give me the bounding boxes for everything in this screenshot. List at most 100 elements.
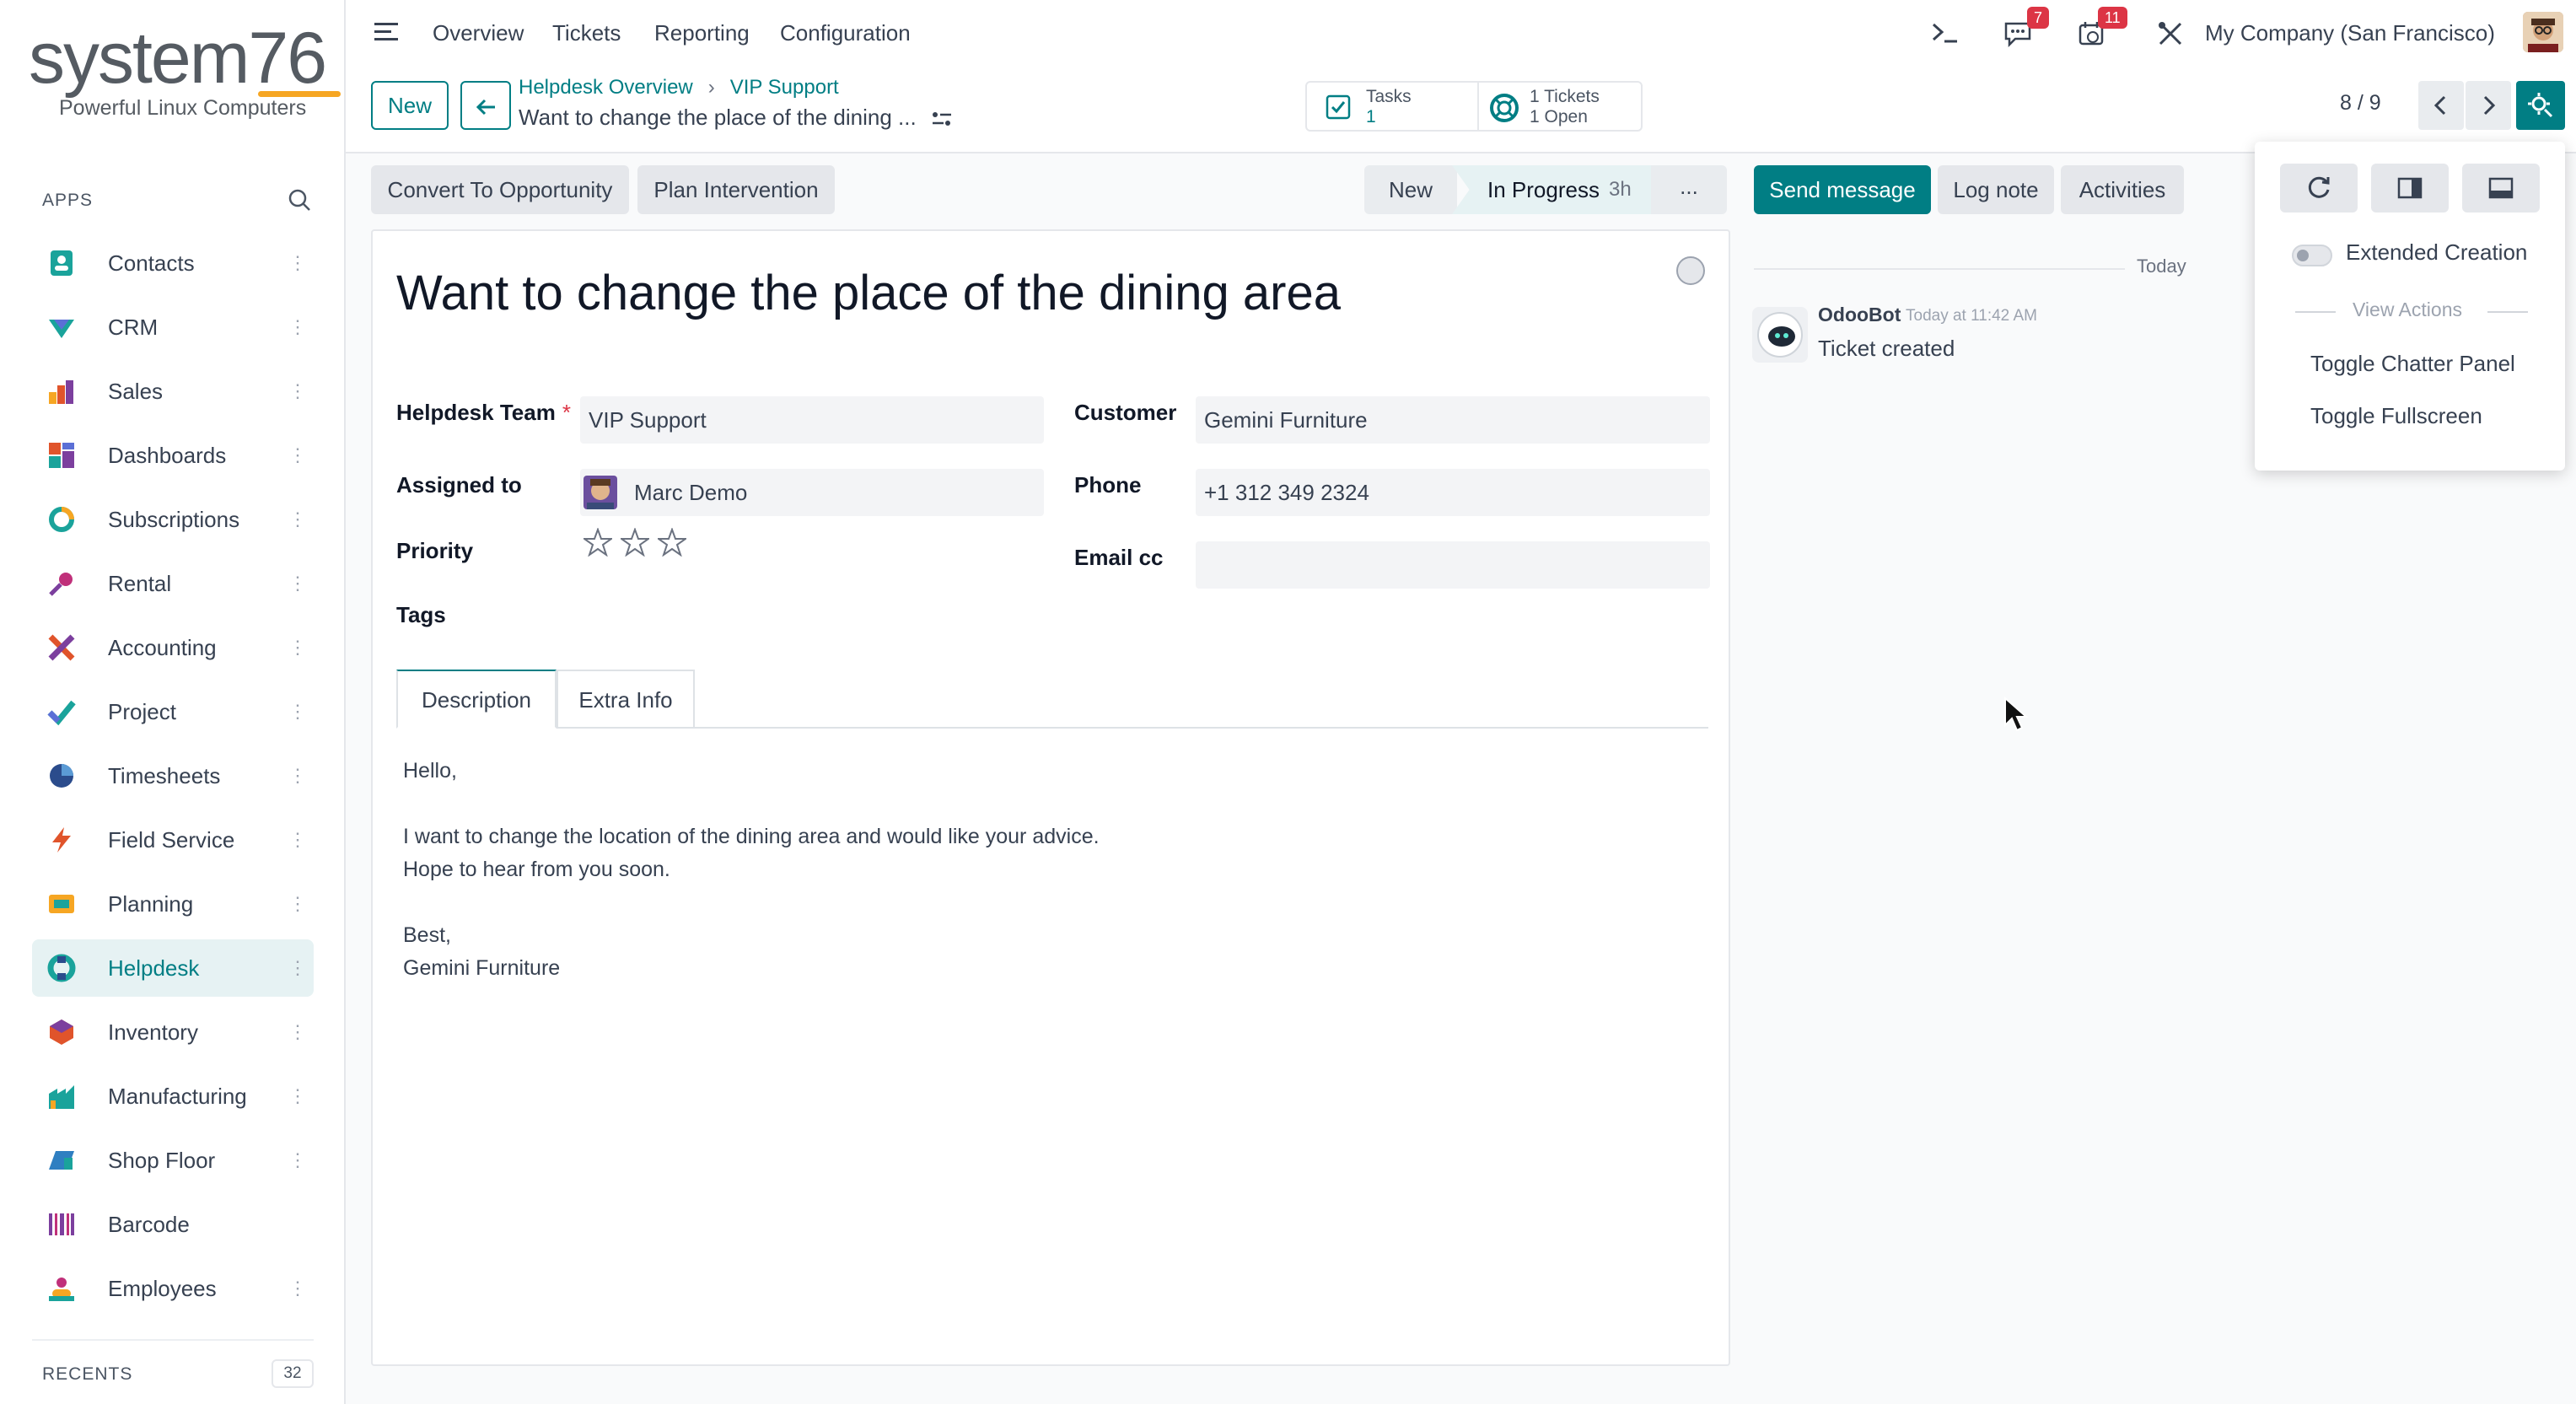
sidebar-item-subscriptions[interactable]: Subscriptions ⋮ — [32, 491, 314, 548]
tab-description[interactable]: Description — [396, 670, 557, 729]
chevron-left-icon — [2418, 95, 2464, 133]
sidebar-item-rental[interactable]: Rental ⋮ — [32, 555, 314, 612]
ticket-title[interactable]: Want to change the place of the dining a… — [396, 265, 1341, 321]
nav-tickets[interactable]: Tickets — [552, 20, 621, 46]
toggle-panel-button[interactable] — [2516, 81, 2565, 130]
breadcrumb-vip-support[interactable]: VIP Support — [730, 76, 839, 99]
kebab-menu-icon[interactable]: ⋮ — [288, 1019, 307, 1046]
nav-configuration[interactable]: Configuration — [780, 20, 911, 46]
sidebar-item-barcode[interactable]: Barcode — [32, 1196, 314, 1253]
tab-extra-info[interactable]: Extra Info — [557, 670, 695, 729]
search-icon[interactable] — [287, 187, 312, 217]
kebab-menu-icon[interactable]: ⋮ — [288, 1275, 307, 1302]
plan-intervention-button[interactable]: Plan Intervention — [637, 165, 835, 214]
kebab-menu-icon[interactable]: ⋮ — [288, 442, 307, 469]
kebab-menu-icon[interactable]: ⋮ — [288, 634, 307, 661]
sidebar-item-contacts[interactable]: Contacts ⋮ — [32, 234, 314, 292]
sidebar-item-helpdesk[interactable]: Helpdesk ⋮ — [32, 939, 314, 997]
odoobot-avatar[interactable] — [1752, 307, 1808, 363]
kebab-menu-icon[interactable]: ⋮ — [288, 570, 307, 597]
kebab-menu-icon[interactable]: ⋮ — [288, 955, 307, 982]
stage-in-progress-label: In Progress — [1487, 177, 1600, 202]
sidebar-item-sales[interactable]: Sales ⋮ — [32, 363, 314, 420]
debug-tools-icon[interactable] — [2157, 20, 2184, 51]
sidebar-item-employees[interactable]: Employees ⋮ — [32, 1260, 314, 1317]
kebab-menu-icon[interactable]: ⋮ — [288, 890, 307, 917]
kebab-menu-icon[interactable]: ⋮ — [288, 762, 307, 789]
kebab-menu-icon[interactable]: ⋮ — [288, 378, 307, 405]
kebab-menu-icon[interactable]: ⋮ — [288, 506, 307, 533]
sidebar-item-project[interactable]: Project ⋮ — [32, 683, 314, 740]
star-icon[interactable] — [581, 527, 615, 561]
sidebar-item-accounting[interactable]: Accounting ⋮ — [32, 619, 314, 676]
extended-creation-label[interactable]: Extended Creation — [2346, 239, 2527, 266]
date-separator-line — [1754, 268, 2159, 270]
company-switcher[interactable]: My Company (San Francisco) — [2205, 20, 2495, 46]
pager-previous-button[interactable] — [2418, 81, 2464, 130]
activities-badge: 11 — [2098, 7, 2127, 29]
pager-value[interactable]: 8 / 9 — [2340, 91, 2381, 116]
sidebar-item-field-service[interactable]: Field Service ⋮ — [32, 811, 314, 869]
convert-to-opportunity-button[interactable]: Convert To Opportunity — [371, 165, 629, 214]
nav-overview[interactable]: Overview — [433, 20, 524, 46]
breadcrumb-helpdesk-overview[interactable]: Helpdesk Overview — [519, 76, 693, 99]
kebab-menu-icon[interactable]: ⋮ — [288, 698, 307, 725]
customer-label: Customer — [1074, 400, 1177, 425]
new-record-button[interactable]: New — [371, 81, 449, 130]
sidebar-item-label: Subscriptions — [108, 507, 240, 532]
sidebar-item-inventory[interactable]: Inventory ⋮ — [32, 1003, 314, 1061]
message-author[interactable]: OdooBot — [1818, 304, 1901, 326]
stage-more-button[interactable]: ... — [1651, 165, 1727, 214]
planning-icon — [47, 890, 76, 918]
send-message-button[interactable]: Send message — [1754, 165, 1931, 214]
sidebar-item-shop-floor[interactable]: Shop Floor ⋮ — [32, 1132, 314, 1189]
company-logo[interactable]: system76 Powerful Linux Computers — [29, 12, 341, 130]
tasks-smart-button[interactable]: Tasks 1 — [1305, 81, 1479, 132]
reload-button[interactable] — [2280, 164, 2358, 212]
terminal-icon[interactable] — [1931, 20, 1960, 50]
assigned-to-field[interactable]: Marc Demo — [580, 469, 1044, 516]
email-cc-field[interactable] — [1196, 541, 1710, 589]
star-icon[interactable] — [655, 527, 689, 561]
bottom-panel-layout-button[interactable] — [2462, 164, 2540, 212]
sidebar-item-dashboards[interactable]: Dashboards ⋮ — [32, 427, 314, 484]
sidebar-item-manufacturing[interactable]: Manufacturing ⋮ — [32, 1068, 314, 1125]
nav-reporting[interactable]: Reporting — [654, 20, 750, 46]
kebab-menu-icon[interactable]: ⋮ — [288, 1083, 307, 1110]
kebab-menu-icon[interactable]: ⋮ — [288, 250, 307, 277]
log-note-button[interactable]: Log note — [1938, 165, 2054, 214]
sidebar-item-planning[interactable]: Planning ⋮ — [32, 875, 314, 933]
kebab-menu-icon[interactable]: ⋮ — [288, 1147, 307, 1174]
description-line: I want to change the location of the din… — [403, 825, 1100, 848]
activities-button[interactable]: Activities — [2061, 165, 2184, 214]
star-icon[interactable] — [618, 527, 652, 561]
description-line: Best, — [403, 923, 451, 947]
kebab-menu-icon[interactable]: ⋮ — [288, 314, 307, 341]
tickets-smart-button[interactable]: 1 Tickets 1 Open — [1477, 81, 1643, 132]
arrow-left-icon — [475, 93, 497, 118]
kebab-menu-icon[interactable]: ⋮ — [288, 826, 307, 853]
sidebar-item-label: Sales — [108, 379, 164, 404]
kanban-state-indicator[interactable] — [1676, 256, 1705, 285]
stage-new[interactable]: New — [1364, 165, 1457, 214]
hamburger-menu-icon[interactable] — [374, 20, 400, 48]
logo-tagline: Powerful Linux Computers — [59, 96, 307, 120]
subscriptions-icon — [47, 505, 76, 534]
field-service-icon — [47, 826, 76, 854]
user-avatar[interactable] — [2523, 12, 2563, 52]
extended-creation-toggle[interactable] — [2292, 245, 2332, 266]
sidebar-item-timesheets[interactable]: Timesheets ⋮ — [32, 747, 314, 804]
helpdesk-team-field[interactable]: VIP Support — [580, 396, 1044, 444]
side-panel-layout-button[interactable] — [2371, 164, 2449, 212]
pager-next-button[interactable] — [2466, 81, 2511, 130]
phone-field[interactable]: +1 312 349 2324 — [1196, 469, 1710, 516]
record-actions-icon[interactable] — [931, 110, 953, 132]
toggle-chatter-panel-item[interactable]: Toggle Chatter Panel — [2310, 351, 2515, 377]
sidebar-item-crm[interactable]: CRM ⋮ — [32, 299, 314, 356]
divider-line — [2295, 311, 2336, 313]
toggle-fullscreen-item[interactable]: Toggle Fullscreen — [2310, 403, 2482, 429]
back-button[interactable] — [460, 81, 511, 130]
lifebuoy-icon — [1489, 93, 1519, 127]
customer-field[interactable]: Gemini Furniture — [1196, 396, 1710, 444]
stage-in-progress[interactable]: In Progress 3h — [1452, 165, 1670, 214]
